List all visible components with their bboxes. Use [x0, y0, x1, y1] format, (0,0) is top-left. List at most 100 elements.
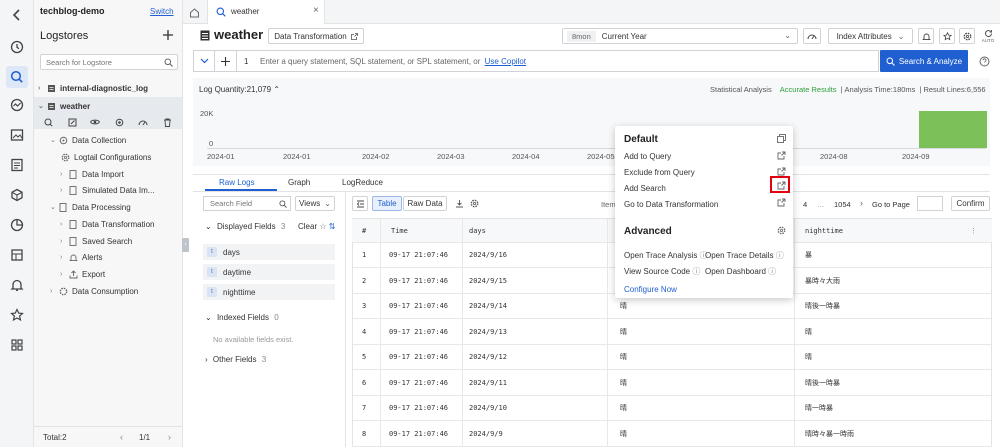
search-icon[interactable]: [163, 57, 173, 67]
row-days[interactable]: 2024/9/16: [469, 251, 507, 259]
row-time[interactable]: 09-17 21:07:46: [389, 379, 448, 387]
row-nighttime[interactable]: 晴一時暴: [805, 403, 833, 413]
tab-raw-logs[interactable]: Raw Logs: [219, 178, 255, 187]
report-icon[interactable]: [8, 156, 26, 174]
row-nighttime[interactable]: 晴: [805, 352, 812, 362]
histogram-bar[interactable]: [919, 111, 987, 148]
displayed-fields-header[interactable]: ⌄ Displayed Fields 3: [205, 222, 285, 231]
row-index[interactable]: 6: [362, 379, 366, 387]
gauge-icon[interactable]: [138, 117, 148, 127]
tab-weather[interactable]: weather ×: [207, 0, 325, 24]
copy-icon[interactable]: [777, 134, 786, 143]
search-icon[interactable]: [278, 199, 288, 209]
download-icon[interactable]: [454, 198, 465, 209]
column-menu-icon[interactable]: ⋮: [970, 227, 977, 235]
row-index[interactable]: 7: [362, 404, 366, 412]
row-days[interactable]: 2024/9/11: [469, 379, 507, 387]
row-index[interactable]: 3: [362, 302, 366, 310]
edit-icon[interactable]: [67, 117, 77, 127]
row-index[interactable]: 5: [362, 353, 366, 361]
goto-page-input[interactable]: [917, 196, 943, 211]
cube-icon[interactable]: [8, 186, 26, 204]
row-daytime[interactable]: 晴: [620, 327, 627, 337]
row-index[interactable]: 2: [362, 277, 366, 285]
next-page-icon[interactable]: ›: [860, 198, 863, 208]
location-icon[interactable]: [114, 117, 124, 127]
log-quantity[interactable]: Log Quantity:21,079 ⌃: [199, 85, 280, 94]
external-link-icon[interactable]: [777, 167, 786, 176]
image-icon[interactable]: [8, 126, 26, 144]
data-transformation-button[interactable]: Data Transformation: [268, 28, 364, 44]
row-nighttime[interactable]: 晴: [805, 327, 812, 337]
open-trace-details-item[interactable]: Open Trace Details ⓘ: [705, 250, 784, 261]
clock-icon[interactable]: [8, 38, 26, 56]
row-time[interactable]: 09-17 21:07:46: [389, 277, 448, 285]
row-days[interactable]: 2024/9/9: [469, 430, 503, 438]
sidebar-item-internal-diagnostic[interactable]: › internal-diagnostic_log: [38, 83, 148, 93]
log-search-icon[interactable]: [6, 66, 28, 88]
row-days[interactable]: 2024/9/15: [469, 277, 507, 285]
row-index[interactable]: 4: [362, 328, 366, 336]
row-time[interactable]: 09-17 21:07:46: [389, 404, 448, 412]
eye-icon[interactable]: [90, 117, 100, 127]
indexed-fields-header[interactable]: ⌄ Indexed Fields 0: [205, 313, 279, 322]
external-link-icon[interactable]: [777, 181, 786, 190]
tree-data-processing[interactable]: ⌄ Data Processing: [50, 202, 131, 212]
query-icon[interactable]: [43, 117, 53, 127]
row-nighttime[interactable]: 晴後一時暴: [805, 301, 840, 311]
row-daytime[interactable]: 晴: [620, 403, 627, 413]
home-icon[interactable]: [187, 5, 201, 19]
tree-simulated-data[interactable]: › Simulated Data Im...: [60, 185, 154, 195]
tab-logreduce[interactable]: LogReduce: [342, 178, 383, 187]
field-daytime[interactable]: t daytime: [203, 264, 335, 280]
row-time[interactable]: 09-17 21:07:46: [389, 430, 448, 438]
tab-graph[interactable]: Graph: [288, 178, 310, 187]
next-page-icon[interactable]: ›: [168, 432, 171, 442]
row-days[interactable]: 2024/9/10: [469, 404, 507, 412]
favorite-button[interactable]: [939, 28, 955, 44]
col-header-nighttime[interactable]: nighttime: [805, 227, 843, 235]
exclude-from-query-item[interactable]: Exclude from Query: [624, 168, 695, 177]
tree-data-consumption[interactable]: › Data Consumption: [50, 286, 138, 296]
field-nighttime[interactable]: t nighttime: [203, 284, 335, 300]
configure-now-link[interactable]: Configure Now: [624, 285, 677, 294]
confirm-button[interactable]: Confirm: [951, 196, 990, 211]
other-fields-header[interactable]: › Other Fields 3: [205, 355, 266, 364]
row-daytime[interactable]: 晴: [620, 378, 627, 388]
pie-chart-icon[interactable]: [8, 216, 26, 234]
row-days[interactable]: 2024/9/14: [469, 302, 507, 310]
tree-data-transformation[interactable]: › Data Transformation: [60, 219, 154, 229]
table-view-button[interactable]: Table: [372, 196, 402, 211]
field-search-input[interactable]: [204, 197, 278, 210]
alert-button[interactable]: [918, 28, 934, 44]
add-logstore-icon[interactable]: [162, 29, 174, 41]
gear-icon[interactable]: [777, 226, 786, 235]
time-range-selector[interactable]: 8mon Current Year ⌄: [562, 28, 798, 44]
tree-saved-search[interactable]: › Saved Search: [60, 236, 132, 246]
raw-data-view-button[interactable]: Raw Data: [403, 196, 447, 211]
switch-project-link[interactable]: Switch: [150, 7, 174, 16]
row-time[interactable]: 09-17 21:07:46: [389, 353, 448, 361]
search-analyze-button[interactable]: Search & Analyze: [880, 50, 968, 72]
row-nighttime[interactable]: 晴時々暴一時雨: [805, 429, 854, 439]
col-header-days[interactable]: days: [469, 227, 486, 235]
row-time[interactable]: 09-17 21:07:46: [389, 251, 448, 259]
tree-logtail[interactable]: Logtail Configurations: [60, 152, 151, 162]
go-to-data-transformation-item[interactable]: Go to Data Transformation: [624, 200, 718, 209]
bell-icon[interactable]: [8, 276, 26, 294]
query-input[interactable]: Enter a query statement, SQL statement, …: [260, 57, 526, 66]
external-link-icon[interactable]: [777, 198, 786, 207]
add-search-item[interactable]: Add Search: [624, 184, 666, 193]
total-pages[interactable]: 1054: [834, 200, 851, 209]
row-nighttime[interactable]: 暴時々大雨: [805, 276, 840, 286]
row-index[interactable]: 8: [362, 430, 366, 438]
apps-grid-icon[interactable]: [8, 336, 26, 354]
use-copilot-link[interactable]: Use Copilot: [485, 57, 526, 66]
index-attributes-button[interactable]: Index Attributes ⌄: [828, 28, 913, 44]
views-dropdown[interactable]: Views ⌄: [295, 196, 335, 211]
row-days[interactable]: 2024/9/13: [469, 328, 507, 336]
dashboard-icon[interactable]: [8, 246, 26, 264]
back-arrow-icon[interactable]: [8, 6, 26, 24]
row-nighttime[interactable]: 晴後一時暴: [805, 378, 840, 388]
close-tab-icon[interactable]: ×: [313, 5, 319, 16]
